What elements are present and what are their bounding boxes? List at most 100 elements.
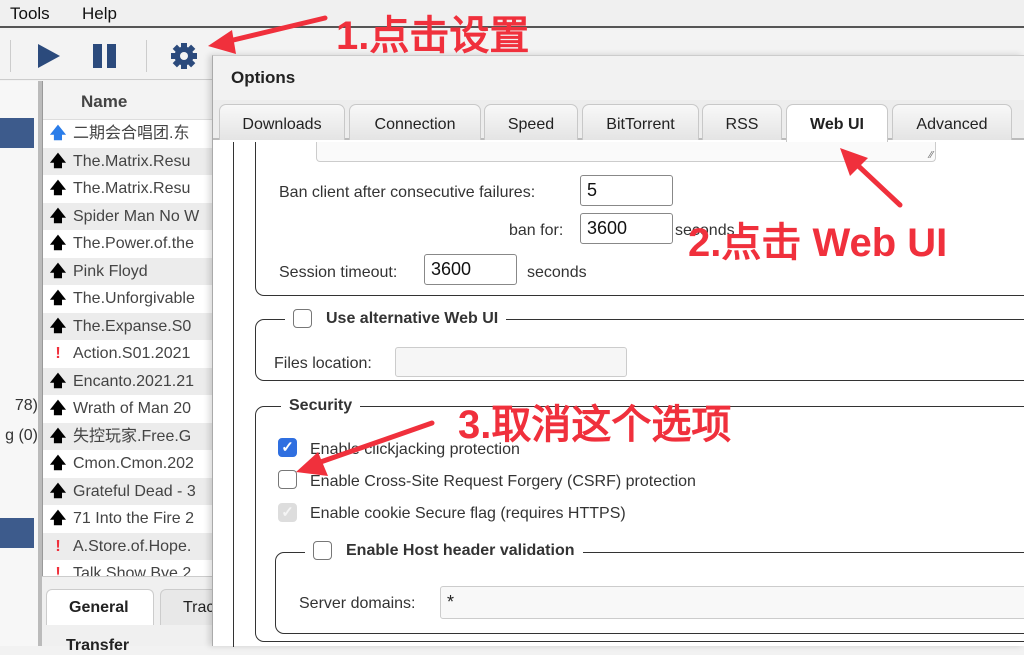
annotation-step3: 3.取消这个选项: [458, 403, 732, 447]
error-icon: !: [55, 565, 61, 576]
error-icon: !: [55, 537, 61, 555]
tab-rss[interactable]: RSS: [702, 104, 782, 140]
pause-icon[interactable]: [92, 42, 118, 70]
torrent-name: The.Unforgivable: [73, 290, 195, 307]
sidebar-count[interactable]: g (0): [5, 427, 38, 445]
annotation-step2: 2.点击 Web UI: [688, 221, 948, 265]
play-icon[interactable]: [36, 42, 62, 70]
ban-for-input[interactable]: 3600: [580, 213, 673, 244]
annotation-step1: 1.点击设置: [336, 14, 530, 58]
menu-tools[interactable]: Tools: [10, 4, 50, 24]
sidebar-selected-item[interactable]: [0, 518, 34, 548]
alt-webui-checkbox[interactable]: [293, 309, 312, 328]
sidebar-count[interactable]: 78): [15, 397, 38, 415]
session-timeout-input[interactable]: 3600: [424, 254, 517, 285]
toolbar-divider: [146, 40, 147, 72]
upload-arrow-icon: 🡅: [49, 207, 67, 225]
torrent-name: Pink Floyd: [73, 262, 148, 280]
torrent-row[interactable]: 🡅 失控玩家.Free.G: [43, 422, 215, 450]
toolbar-divider: [10, 40, 11, 72]
torrent-list: Name 🡅 二期会合唱团.东 🡅 The.Matrix.Resu 🡅 The.Matri…: [42, 81, 215, 576]
upload-arrow-icon: 🡅: [49, 400, 67, 417]
csrf-checkbox[interactable]: [278, 470, 297, 489]
whitelist-textarea[interactable]: ⁄⁄: [316, 142, 936, 162]
host-validation-legend: Enable Host header validation: [305, 541, 583, 560]
torrent-name: Encanto.2021.21: [73, 372, 194, 390]
torrent-row[interactable]: 🡅 Pink Floyd: [43, 257, 215, 285]
torrent-name: 二期会合唱团.东: [73, 125, 190, 142]
options-dialog: Options Downloads Connection Speed BitTo…: [212, 55, 1024, 647]
upload-arrow-icon: 🡅: [49, 427, 67, 445]
menu-help[interactable]: Help: [82, 4, 117, 24]
upload-arrow-icon: 🡅: [49, 262, 67, 280]
upload-arrow-icon: 🡅: [49, 125, 67, 142]
upload-arrow-icon: 🡅: [49, 482, 67, 500]
ban-failures-input[interactable]: 5: [580, 175, 673, 206]
files-location-input[interactable]: [395, 347, 627, 377]
options-tabs: Downloads Connection Speed BitTorrent RS…: [213, 100, 1024, 142]
torrent-name: Spider Man No W: [73, 207, 200, 225]
torrent-row[interactable]: ! Action.S01.2021: [43, 340, 215, 368]
error-icon: !: [55, 345, 61, 362]
torrent-name: 失控玩家.Free.G: [73, 427, 192, 445]
csrf-label[interactable]: Enable Cross-Site Request Forgery (CSRF)…: [310, 473, 696, 491]
tab-web-ui[interactable]: Web UI: [786, 104, 888, 142]
details-panel: General Trac Transfer: [42, 576, 240, 654]
files-location-label: Files location:: [274, 355, 372, 372]
torrent-row[interactable]: 🡅 The.Unforgivable: [43, 285, 215, 313]
upload-arrow-icon: 🡅: [49, 180, 67, 197]
session-timeout-label: Session timeout:: [279, 264, 398, 281]
server-domains-label: Server domains:: [299, 595, 416, 612]
sidebar-selected-item[interactable]: [0, 118, 34, 148]
torrent-row[interactable]: 🡅 Spider Man No W: [43, 202, 215, 230]
torrent-name: The.Expanse.S0: [73, 317, 192, 335]
torrent-name: Wrath of Man 20: [73, 400, 191, 417]
tab-general[interactable]: General: [46, 589, 154, 625]
torrent-name: Talk Show Bye 2: [73, 565, 192, 576]
outer-border: [233, 142, 234, 647]
torrent-row[interactable]: 🡅 The.Matrix.Resu: [43, 175, 215, 203]
upload-arrow-icon: 🡅: [49, 235, 67, 252]
torrent-name: 71 Into the Fire 2: [73, 510, 194, 527]
torrent-row[interactable]: 🡅 二期会合唱团.东: [43, 120, 215, 148]
host-validation-label[interactable]: Enable Host header validation: [346, 542, 575, 560]
upload-arrow-icon: 🡅: [49, 290, 67, 307]
torrent-row[interactable]: 🡅 The.Power.of.the: [43, 230, 215, 258]
filter-sidebar: 78) g (0): [0, 81, 38, 646]
upload-arrow-icon: 🡅: [49, 152, 67, 170]
section-transfer: Transfer: [66, 637, 130, 654]
torrent-name: The.Matrix.Resu: [73, 180, 191, 197]
torrent-row[interactable]: 🡅 The.Expanse.S0: [43, 312, 215, 340]
torrent-row[interactable]: ! A.Store.of.Hope.: [43, 532, 215, 560]
tab-speed[interactable]: Speed: [484, 104, 578, 140]
torrent-name: Action.S01.2021: [73, 345, 191, 362]
torrent-row[interactable]: ! Talk Show Bye 2: [43, 560, 215, 576]
tab-advanced[interactable]: Advanced: [892, 104, 1012, 140]
tab-downloads[interactable]: Downloads: [219, 104, 345, 140]
gear-icon[interactable]: [170, 42, 198, 70]
tab-bittorrent[interactable]: BitTorrent: [582, 104, 699, 140]
torrent-row[interactable]: 🡅 Grateful Dead - 3: [43, 477, 215, 505]
torrent-row[interactable]: 🡅 Cmon.Cmon.202: [43, 450, 215, 478]
torrent-row[interactable]: 🡅 Encanto.2021.21: [43, 367, 215, 395]
list-rows: 🡅 二期会合唱团.东 🡅 The.Matrix.Resu 🡅 The.Matrix.Res…: [43, 120, 215, 576]
torrent-row[interactable]: 🡅 The.Matrix.Resu: [43, 147, 215, 175]
cookie-secure-label: Enable cookie Secure flag (requires HTTP…: [310, 505, 626, 522]
host-validation-checkbox[interactable]: [313, 541, 332, 560]
ban-for-label: ban for:: [509, 222, 564, 239]
torrent-name: Grateful Dead - 3: [73, 482, 196, 500]
upload-arrow-icon: 🡅: [49, 510, 67, 527]
alt-webui-label[interactable]: Use alternative Web UI: [326, 310, 498, 328]
upload-arrow-icon: 🡅: [49, 372, 67, 390]
dialog-title: Options: [213, 56, 1024, 100]
torrent-row[interactable]: 🡅 71 Into the Fire 2: [43, 505, 215, 533]
cookie-secure-checkbox: ✓: [278, 503, 297, 522]
upload-arrow-icon: 🡅: [49, 317, 67, 335]
torrent-row[interactable]: 🡅 Wrath of Man 20: [43, 395, 215, 423]
upload-arrow-icon: 🡅: [49, 455, 67, 472]
server-domains-input[interactable]: *: [440, 586, 1024, 619]
tab-connection[interactable]: Connection: [349, 104, 481, 140]
column-header-name[interactable]: Name: [81, 92, 127, 112]
torrent-name: Cmon.Cmon.202: [73, 455, 194, 472]
clickjacking-checkbox[interactable]: ✓: [278, 438, 297, 457]
